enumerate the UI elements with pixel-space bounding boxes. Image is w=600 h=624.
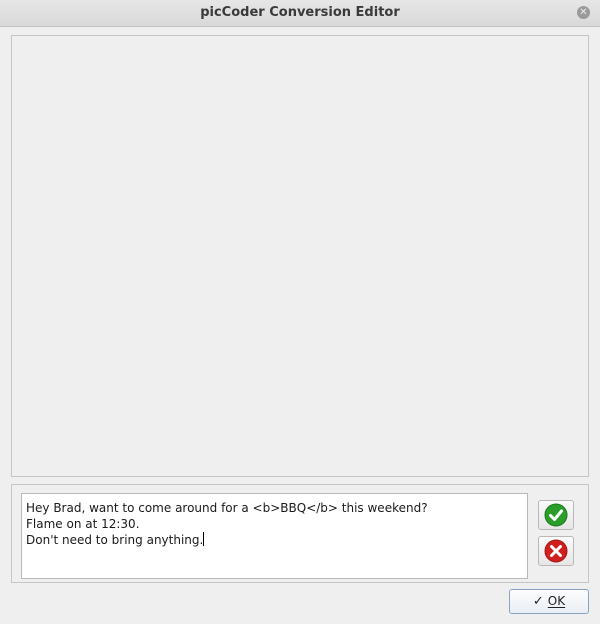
text-caret	[203, 532, 205, 546]
ok-button-label: OK	[547, 594, 566, 608]
text-line-3: Don't need to bring anything.	[26, 533, 204, 547]
text-line-1: Hey Brad, want to come around for a <b>B…	[26, 501, 428, 515]
ok-button[interactable]: ✓ OK	[509, 589, 589, 614]
window-title: picCoder Conversion Editor	[200, 5, 400, 20]
accept-button[interactable]	[538, 500, 574, 530]
x-circle-icon	[544, 539, 568, 563]
reject-button[interactable]	[538, 536, 574, 566]
preview-pane	[11, 35, 589, 477]
message-text-area[interactable]: Hey Brad, want to come around for a <b>B…	[21, 493, 528, 579]
close-icon[interactable]: ✕	[577, 6, 590, 19]
check-circle-icon	[544, 503, 568, 527]
title-bar: picCoder Conversion Editor ✕	[0, 0, 600, 27]
editor-group: Hey Brad, want to come around for a <b>B…	[11, 484, 589, 583]
text-line-2: Flame on at 12:30.	[26, 517, 140, 531]
checkmark-icon: ✓	[532, 594, 544, 609]
